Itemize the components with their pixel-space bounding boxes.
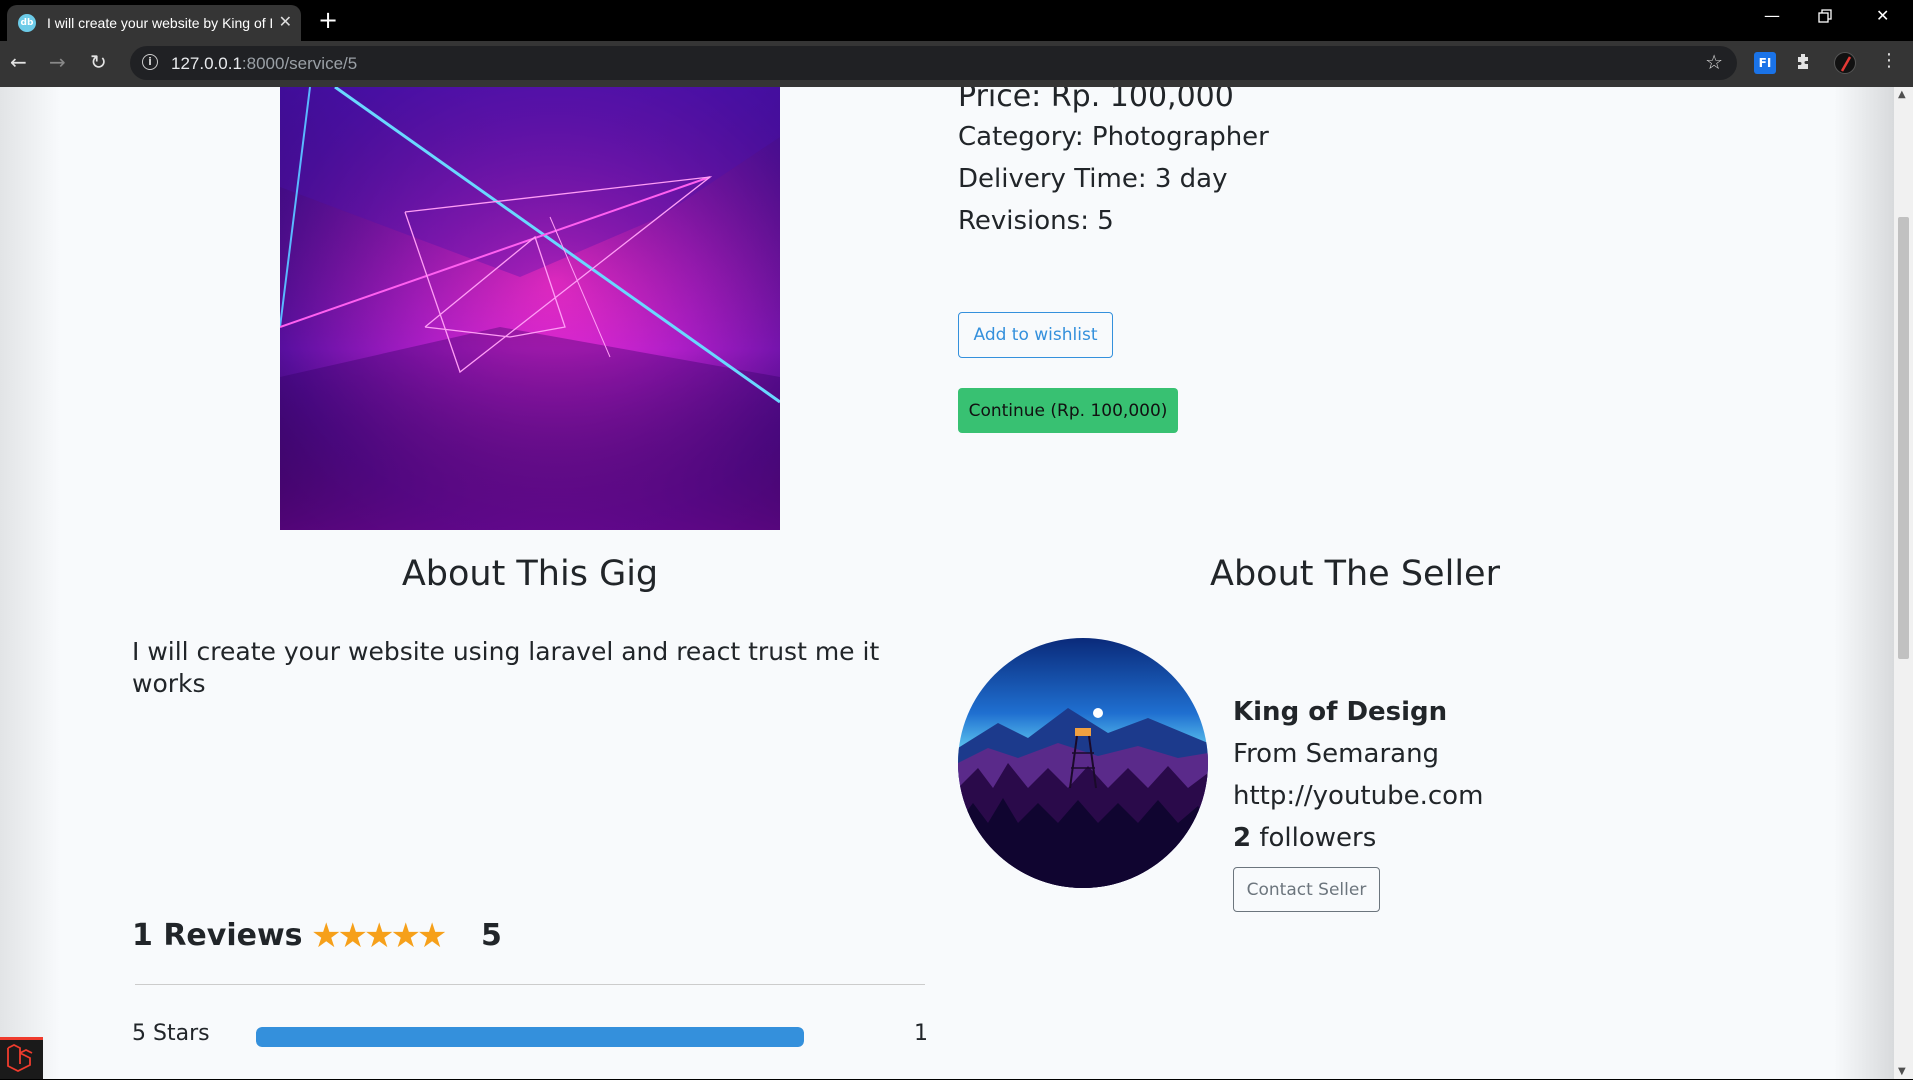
new-tab-icon[interactable]: + [318,6,338,34]
url-path: :8000/service/5 [241,54,358,73]
browser-menu-icon[interactable]: ⋮ [1880,50,1898,71]
gig-description: I will create your website using laravel… [132,637,880,698]
rating-bar-fill [256,1027,804,1047]
page-shade-left [0,87,60,1079]
extension-fi-icon[interactable]: FI [1754,52,1776,74]
forward-arrow-icon[interactable]: → [49,50,66,74]
reload-icon[interactable]: ↻ [90,50,107,74]
continue-button[interactable]: Continue (Rp. 100,000) [958,388,1178,433]
page-shade-right [1834,87,1894,1079]
delivery-time-text: Delivery Time: 3 day [958,164,1228,194]
scroll-down-icon[interactable]: ▼ [1898,1066,1906,1077]
scroll-thumb[interactable] [1898,217,1909,659]
laravel-logo-icon[interactable] [0,1037,43,1079]
rating-stars-icon: ★★★★★ [311,916,447,956]
browser-toolbar: ← → ↻ i 127.0.0.1:8000/service/5 ☆ FI ⋮ [0,41,1913,87]
about-gig-title: About This Gig [401,554,659,594]
restore-icon[interactable] [1818,8,1832,27]
tab-close-icon[interactable]: ✕ [279,12,292,31]
followers-label: followers [1259,823,1377,853]
extensions-puzzle-icon[interactable] [1794,52,1816,74]
add-to-wishlist-button[interactable]: Add to wishlist [958,312,1113,358]
category-text: Category: Photographer [958,122,1269,152]
gig-image [280,87,780,530]
address-bar[interactable]: i 127.0.0.1:8000/service/5 ☆ [130,46,1737,80]
price-text: Price: Rp. 100,000 [958,87,1234,114]
about-seller-title: About The Seller [1210,554,1500,594]
seller-name[interactable]: King of Design [1233,697,1447,727]
url-text[interactable]: 127.0.0.1:8000/service/5 [171,54,357,74]
url-host: 127.0.0.1 [171,54,242,73]
seller-location: From Semarang [1233,739,1440,769]
browser-tab-bar: db I will create your website by King of… [0,0,1913,41]
bookmark-star-icon[interactable]: ☆ [1705,50,1723,74]
rating-bar-count: 1 [914,1021,928,1046]
browser-tab[interactable]: db I will create your website by King of… [7,5,301,41]
seller-website[interactable]: http://youtube.com [1233,781,1483,811]
scroll-up-icon[interactable]: ▲ [1898,89,1906,100]
minimize-icon[interactable]: — [1764,6,1780,25]
revisions-text: Revisions: 5 [958,206,1114,236]
back-arrow-icon[interactable]: ← [10,50,27,74]
reviews-divider [135,984,925,985]
rating-bar-track [256,1027,804,1047]
followers-count: 2 [1233,823,1252,853]
tab-title: I will create your website by King of De… [47,15,272,31]
reviews-heading: 1 Reviews [132,918,303,953]
contact-seller-button[interactable]: Contact Seller [1233,867,1380,912]
seller-followers: 2 followers [1233,823,1376,853]
tab-favicon-icon: db [18,14,36,32]
page-scrollbar[interactable]: ▲ ▼ [1894,87,1913,1079]
profile-avatar-icon[interactable] [1834,52,1856,74]
rating-value: 5 [481,918,502,953]
site-info-icon[interactable]: i [142,54,158,70]
rating-bar-label: 5 Stars [132,1021,210,1046]
page-content: Price: Rp. 100,000 Category: Photographe… [0,87,1894,1079]
window-close-icon[interactable]: ✕ [1876,6,1889,25]
seller-avatar [958,638,1208,888]
